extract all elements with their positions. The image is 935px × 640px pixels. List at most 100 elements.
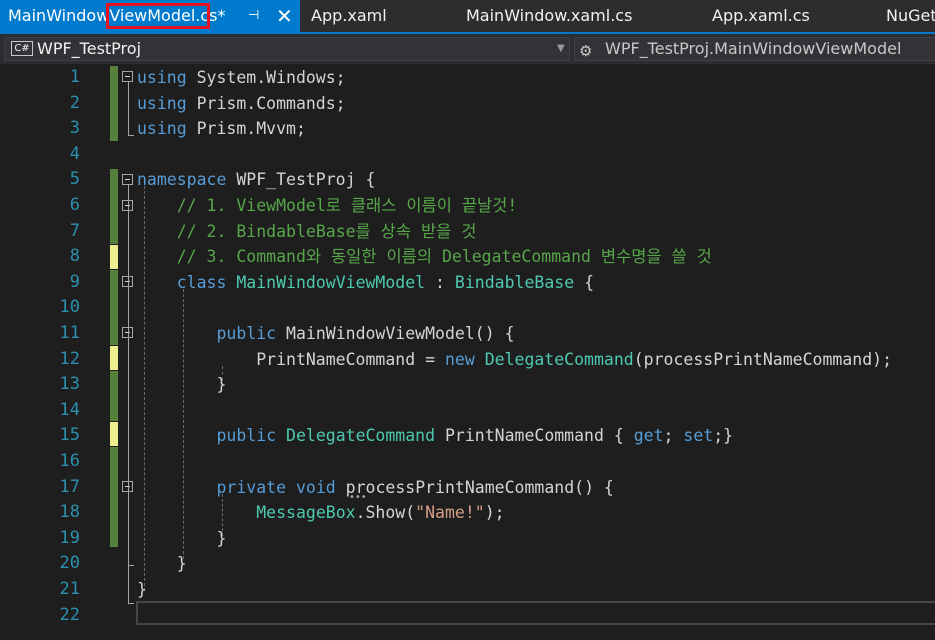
code-token: private — [216, 477, 287, 497]
line-number: 20 — [59, 553, 80, 574]
line-number: 15 — [59, 425, 80, 446]
member-dropdown[interactable]: ⚙ WPF_TestProj.MainWindowViewModel — [574, 37, 935, 61]
close-tab-icon[interactable]: ✕ — [276, 0, 293, 32]
tab-app-xaml-cs[interactable]: App.xaml.cs — [712, 0, 810, 32]
code-token: .Show( — [355, 503, 416, 523]
collapse-namespace-icon[interactable] — [122, 174, 133, 185]
line-number: 7 — [69, 220, 80, 241]
line-number: 5 — [69, 169, 80, 190]
code-token: Prism.Mvvm; — [186, 119, 306, 139]
code-line: MessageBox.Show("Name!"); — [137, 500, 505, 526]
code-token: public — [216, 426, 277, 446]
quick-action-dots[interactable]: ••• — [349, 492, 367, 503]
code-line: using Prism.Commands; — [137, 91, 346, 117]
code-line: // 1. ViewModel로 클래스 이름이 끝날것! — [137, 193, 518, 219]
annotation-highlight-box — [106, 3, 210, 29]
navigation-bar: C# WPF_TestProj ▼ ⚙ WPF_TestProj.MainWin… — [0, 34, 935, 64]
code-token: new — [444, 349, 475, 369]
code-token: } — [137, 554, 187, 574]
code-line: PrintNameCommand = new DelegateCommand(p… — [137, 347, 892, 373]
code-token: : — [425, 272, 455, 292]
code-token: DelegateCommand — [286, 426, 436, 446]
code-token: PrintNameCommand = — [137, 349, 445, 369]
line-number: 17 — [59, 476, 80, 497]
code-editor[interactable]: 1 2 3 4 5 6 7 8 9 10 11 12 13 14 15 16 17 18 19 20 21 22 usin… — [0, 64, 935, 640]
code-token: System.Windows; — [186, 68, 346, 87]
line-number: 11 — [59, 323, 80, 343]
line-number: 3 — [69, 118, 80, 139]
collapse-usings-icon[interactable] — [122, 71, 133, 82]
line-number: 2 — [69, 92, 80, 113]
code-line: // 3. Command와 동일한 이름의 DelegateCommand 변… — [137, 244, 712, 270]
code-line: } — [137, 372, 226, 398]
change-marker-saved — [110, 169, 118, 244]
code-token: ;} — [713, 426, 734, 446]
code-token: // 1. ViewModel로 클래스 이름이 끝날것! — [176, 196, 518, 215]
class-icon: ⚙ — [579, 42, 593, 60]
code-token: set — [683, 426, 714, 446]
line-number: 22 — [59, 604, 80, 625]
code-token: PrintNameCommand { — [435, 426, 634, 446]
code-line: class MainWindowViewModel : BindableBase… — [137, 270, 594, 296]
code-token: void — [295, 477, 336, 497]
code-line: } — [137, 577, 147, 603]
code-token: } — [137, 375, 227, 395]
current-line-highlight — [136, 601, 935, 625]
code-token: // 3. Command와 동일한 이름의 DelegateCommand 변… — [176, 247, 712, 267]
line-number: 21 — [59, 579, 80, 599]
project-dropdown[interactable]: C# WPF_TestProj ▼ — [4, 37, 570, 61]
code-token: using — [137, 119, 187, 139]
tab-mainwindowviewmodel-cs[interactable]: MainWindowViewModel.cs* ⊣ ✕ — [0, 0, 300, 32]
code-line: using System.Windows; — [137, 65, 346, 91]
code-token: processPrintNameCommand() { — [335, 477, 614, 497]
line-number: 19 — [59, 527, 80, 548]
change-marker-unsaved — [110, 422, 118, 446]
line-number: 1 — [69, 67, 80, 87]
tab-nuget[interactable]: NuGet — [886, 0, 935, 32]
code-token: // 2. BindableBase를 상속 받을 것 — [176, 221, 477, 241]
chevron-down-icon[interactable]: ▼ — [557, 38, 565, 60]
change-marker-unsaved — [110, 346, 118, 370]
outline-end — [128, 603, 134, 604]
code-token: Prism.Commands; — [186, 93, 346, 113]
line-number: 4 — [69, 143, 80, 164]
line-number: 18 — [59, 502, 80, 523]
code-line: public MainWindowViewModel() { — [137, 321, 514, 347]
tab-app-xaml[interactable]: App.xaml — [311, 0, 387, 32]
line-number: 9 — [69, 271, 80, 292]
code-line: private void processPrintNameCommand() { — [137, 475, 614, 501]
outline-line — [128, 185, 129, 603]
tab-mainwindow-xaml-cs[interactable]: MainWindow.xaml.cs — [466, 0, 632, 32]
line-number: 6 — [69, 195, 80, 215]
code-token: } — [137, 528, 227, 548]
code-token: using — [137, 93, 187, 113]
code-line: } — [137, 551, 187, 577]
code-token: using — [137, 68, 187, 87]
code-token: "Name!" — [415, 503, 485, 523]
code-token: WPF_TestProj { — [226, 170, 376, 190]
code-token: BindableBase — [454, 272, 575, 292]
code-line: using Prism.Mvvm; — [137, 116, 306, 142]
change-marker-unsaved — [110, 245, 118, 269]
code-token: ); — [484, 503, 505, 523]
code-token: { — [574, 272, 595, 292]
code-token: } — [137, 580, 147, 599]
outline-end — [128, 135, 134, 136]
code-line: public DelegateCommand PrintNameCommand … — [137, 423, 733, 449]
line-number: 16 — [59, 451, 80, 471]
line-number: 10 — [59, 297, 80, 318]
code-token: DelegateCommand — [484, 349, 634, 369]
line-number: 13 — [59, 374, 80, 395]
pin-tab-icon[interactable]: ⊣ — [248, 0, 259, 32]
member-dropdown-label: WPF_TestProj.MainWindowViewModel — [605, 39, 902, 58]
